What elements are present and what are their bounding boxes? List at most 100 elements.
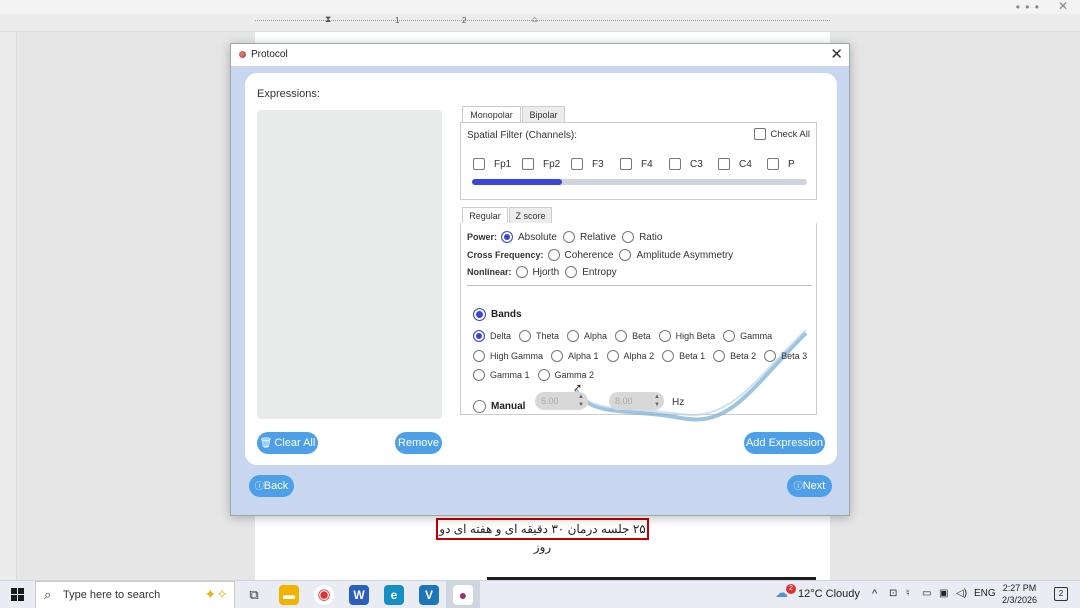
chevron-up-icon[interactable]: ^ (872, 588, 877, 600)
expressions-label: Expressions: (257, 88, 320, 100)
chrome-icon[interactable]: ◉ (314, 585, 334, 605)
protocol-panel: Expressions: 🗑 Clear All Remove Add Expre… (245, 73, 837, 465)
band-beta-radio[interactable]: Beta (615, 330, 651, 342)
indent-marker-icon[interactable]: ⧗ (325, 14, 331, 25)
bands-radio[interactable]: Bands (473, 308, 522, 321)
power-absolute-radio[interactable]: Absolute (501, 231, 557, 243)
app-v-icon[interactable]: V (419, 585, 439, 605)
band-alpha-1-radio[interactable]: Alpha 1 (551, 350, 599, 362)
manual-from-spinbox[interactable]: 6.00 ▲ ▼ (535, 392, 588, 410)
band-gamma-radio[interactable]: Gamma (723, 330, 772, 342)
language-indicator[interactable]: ENG (974, 588, 996, 599)
band-high-beta-radio[interactable]: High Beta (658, 330, 715, 342)
remove-button[interactable]: Remove (395, 432, 442, 454)
section-divider (467, 285, 812, 286)
search-placeholder: Type here to search (63, 589, 161, 601)
right-indent-marker-icon[interactable]: ⌂ (532, 14, 537, 24)
battery-icon[interactable]: ▭ (922, 588, 931, 599)
channel-list: Fp1 Fp2 F3 F4 C3 C4 P (473, 156, 808, 172)
document-highlighted-text[interactable]: ۲۵ جلسه درمان ۳۰ دقیقه ای و هفته ای دو ر… (436, 518, 649, 554)
radio-icon (565, 266, 578, 278)
hz-unit-label: Hz (672, 397, 685, 408)
expressions-list[interactable] (257, 110, 442, 419)
app-top-bar: • • • ✕ (0, 0, 1080, 14)
band-gamma-1-radio[interactable]: Gamma 1 (473, 369, 530, 381)
radio-icon (567, 330, 580, 342)
protocol-app-icon[interactable]: ● (453, 585, 473, 605)
add-expression-button[interactable]: Add Expression (744, 432, 825, 454)
trash-icon: 🗑 (259, 438, 273, 449)
app-e-icon[interactable]: e (384, 585, 404, 605)
channel-checkbox-fp2[interactable]: Fp2 (522, 156, 571, 172)
back-button[interactable]: ⓘBack (249, 475, 294, 497)
bands-row-3: Gamma 1 Gamma 2 (473, 369, 602, 381)
coherence-radio[interactable]: Coherence (547, 249, 613, 261)
next-arrow-icon: ⓘ (793, 481, 803, 491)
file-explorer-icon[interactable]: ▬ (279, 585, 299, 605)
spin-arrows-icon[interactable]: ▲ ▼ (654, 393, 660, 409)
ruler-mark: 1 (395, 16, 400, 25)
dialog-title: Protocol (251, 49, 288, 60)
spatial-filter-label: Spatial Filter (Channels): (467, 130, 578, 141)
radio-icon (764, 350, 777, 362)
radio-icon (537, 369, 550, 381)
horizontal-ruler: 1 2 ⧗ ⌂ (0, 14, 1080, 32)
more-options-icon[interactable]: • • • (1016, 0, 1040, 14)
band-beta-3-radio[interactable]: Beta 3 (764, 350, 807, 362)
band-beta-1-radio[interactable]: Beta 1 (662, 350, 705, 362)
band-alpha-radio[interactable]: Alpha (567, 330, 607, 342)
channel-checkbox-c3[interactable]: C3 (669, 156, 718, 172)
manual-to-spinbox[interactable]: 8.00 ▲ ▼ (609, 392, 664, 410)
meet-icon[interactable]: ⊡ (889, 588, 897, 599)
band-gamma-2-radio[interactable]: Gamma 2 (537, 369, 594, 381)
channel-checkbox-fp1[interactable]: Fp1 (473, 156, 522, 172)
word-icon[interactable]: W (349, 585, 369, 605)
channel-checkbox-f3[interactable]: F3 (571, 156, 620, 172)
tab-bipolar[interactable]: Bipolar (522, 106, 565, 122)
spin-arrows-icon[interactable]: ▲ ▼ (578, 393, 584, 409)
amplitude-asymmetry-radio[interactable]: Amplitude Asymmetry (619, 249, 733, 261)
manual-radio[interactable]: Manual (473, 400, 525, 413)
power-relative-radio[interactable]: Relative (562, 231, 616, 243)
clear-all-button[interactable]: 🗑 Clear All (257, 432, 318, 454)
band-theta-radio[interactable]: Theta (519, 330, 559, 342)
radio-icon (723, 330, 736, 342)
bands-row-2: High Gamma Alpha 1 Alpha 2 Beta 1 Beta 2… (473, 350, 815, 362)
scrollbar-thumb[interactable] (472, 179, 563, 185)
tab-monopolar[interactable]: Monopolar (462, 106, 521, 122)
channel-scrollbar[interactable] (472, 179, 807, 185)
band-delta-radio[interactable]: Delta (473, 330, 511, 342)
radio-icon (551, 350, 564, 362)
next-button[interactable]: ⓘNext (787, 475, 832, 497)
close-icon[interactable]: ✕ (1058, 0, 1068, 13)
task-view-icon[interactable]: ⧉ (244, 585, 264, 605)
entropy-radio[interactable]: Entropy (565, 266, 617, 278)
dialog-close-button[interactable]: ✕ (830, 45, 843, 63)
checkbox-icon (718, 158, 730, 170)
network-icon[interactable]: ▣ (939, 588, 948, 599)
windows-start-icon[interactable] (11, 588, 24, 601)
band-high-gamma-radio[interactable]: High Gamma (473, 350, 543, 362)
tab-z-score[interactable]: Z score (509, 207, 552, 223)
channel-checkbox-p[interactable]: P (767, 156, 808, 172)
radio-icon (622, 231, 635, 243)
channel-checkbox-c4[interactable]: C4 (718, 156, 767, 172)
radio-icon (615, 330, 628, 342)
check-all-checkbox[interactable]: Check All (754, 128, 810, 140)
radio-selected-icon (473, 308, 486, 321)
taskbar-search-box[interactable]: ⌕ Type here to search ✦✧ (35, 581, 235, 608)
weather-text[interactable]: 12°C Cloudy (798, 588, 860, 600)
volume-icon[interactable]: ◁) (956, 588, 967, 599)
hjorth-radio[interactable]: Hjorth (515, 266, 559, 278)
microphone-icon[interactable]: ♮ (906, 588, 910, 599)
band-alpha-2-radio[interactable]: Alpha 2 (606, 350, 654, 362)
mouse-cursor-icon: ➚ (573, 382, 583, 394)
channel-checkbox-f4[interactable]: F4 (620, 156, 669, 172)
band-beta-2-radio[interactable]: Beta 2 (713, 350, 756, 362)
radio-icon (473, 369, 485, 381)
tab-regular[interactable]: Regular (462, 207, 508, 223)
power-ratio-radio[interactable]: Ratio (622, 231, 662, 243)
radio-icon (473, 400, 486, 413)
notification-icon[interactable]: 2 (1054, 587, 1068, 601)
clock[interactable]: 2:27 PM 2/3/2026 (1002, 582, 1037, 606)
